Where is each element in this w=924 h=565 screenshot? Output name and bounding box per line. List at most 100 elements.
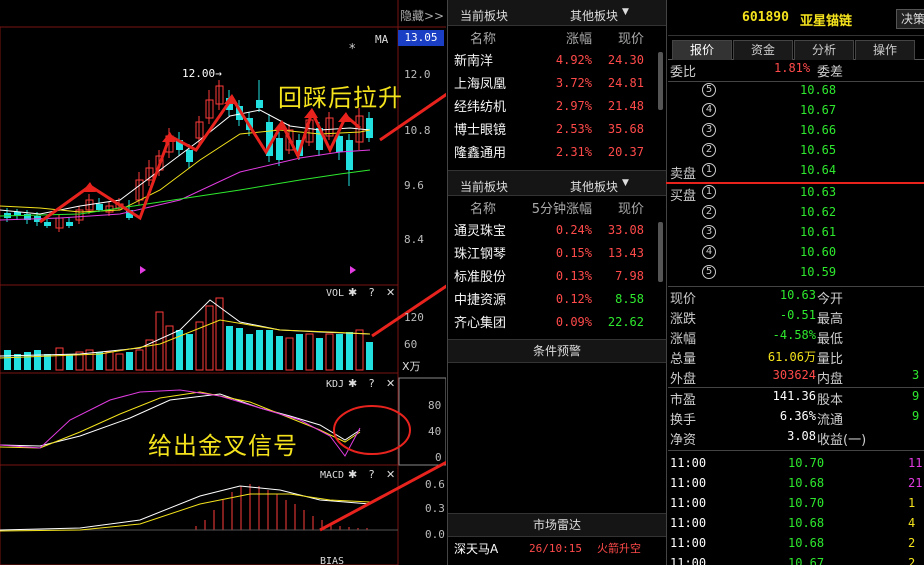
col-name[interactable]: 名称 <box>448 198 522 217</box>
level-icon: 5 <box>702 265 716 279</box>
sector2-title: 当前板块 <box>460 180 509 194</box>
sector2-scrollbar[interactable] <box>658 222 663 282</box>
sector1-other-dropdown[interactable]: 其他板块 <box>570 7 618 24</box>
order-price: 10.62 <box>800 205 837 219</box>
volume-bar <box>4 350 11 370</box>
bid-row[interactable]: 2 10.62 <box>668 204 924 224</box>
sector1-title: 当前板块 <box>460 9 509 23</box>
sector2-other-dropdown[interactable]: 其他板块 <box>570 178 618 195</box>
sector1-header: 当前板块 其他板块 ▼ <box>448 0 666 26</box>
sector-panel: 当前板块 其他板块 ▼ 名称 涨幅 现价 新南洋 4.92% 24.30 上海凤凰 3.… <box>447 0 667 565</box>
sector-row[interactable]: 隆鑫通用 2.31% 20.37 <box>448 140 666 163</box>
sector-row[interactable]: 珠江钢琴 0.15% 13.43 <box>448 241 666 264</box>
tab-quote[interactable]: 报价 <box>672 40 732 60</box>
sector1-columns: 名称 涨幅 现价 <box>448 26 666 48</box>
macd-dea-line <box>0 493 371 532</box>
order-price: 10.66 <box>800 123 837 137</box>
alert-list <box>448 363 666 513</box>
volume-bar <box>55 347 64 371</box>
ask-row[interactable]: 5 10.68 <box>668 82 924 102</box>
bid-row[interactable]: 3 10.61 <box>668 224 924 244</box>
ask-row[interactable]: 卖盘 1 10.64 <box>668 162 924 182</box>
tick-row: 11:00 10.67 2 <box>668 555 924 565</box>
order-price: 10.60 <box>800 245 837 259</box>
macd-pane-tools[interactable]: ✱ ? ✕ <box>348 468 399 481</box>
chevron-down-icon[interactable]: ▼ <box>622 7 629 17</box>
kdj-pane-tools[interactable]: ✱ ? ✕ <box>348 377 399 390</box>
kdj-pane-label: KDJ <box>326 379 345 390</box>
candle-body <box>186 150 193 162</box>
bid-row[interactable]: 4 10.60 <box>668 244 924 264</box>
order-price: 10.68 <box>800 83 837 97</box>
price-tick: 10.8 <box>404 124 431 137</box>
quote-row: 换手 6.36% 流通 9 <box>668 408 924 428</box>
quote-value: 61.06万 <box>767 350 816 364</box>
volume-bar <box>24 352 31 370</box>
radar-row[interactable]: 深天马A 26/10:15 火箭升空 <box>448 537 666 559</box>
tab-trade[interactable]: 操作 <box>855 40 915 60</box>
quote-key: 涨跌 <box>670 312 697 327</box>
bid-row[interactable]: 5 10.59 <box>668 264 924 284</box>
quote-key: 股本 <box>817 393 844 408</box>
quote-value: 9 <box>912 389 920 403</box>
weicha-label: 委差 <box>817 65 844 80</box>
col-change[interactable]: 涨幅 <box>522 28 594 47</box>
col-5min-change[interactable]: 5分钟涨幅 <box>522 198 594 217</box>
decision-button[interactable]: 决策 <box>896 9 924 29</box>
volume-bar <box>305 333 314 371</box>
quote-key: 现价 <box>670 292 697 307</box>
sector-row[interactable]: 齐心集团 0.09% 22.62 <box>448 310 666 333</box>
sector-stock-change: 2.97% <box>555 98 592 113</box>
kdj-tick: 80 <box>428 399 442 412</box>
level-icon: 4 <box>702 103 716 117</box>
sector-stock-price: 20.37 <box>607 144 644 159</box>
tick-volume: 2 <box>908 536 916 550</box>
volume-bar <box>325 333 334 371</box>
chevron-down-icon[interactable]: ▼ <box>622 178 629 188</box>
kdj-tick: 0 <box>435 451 442 464</box>
quote-value: 6.36% <box>779 409 816 423</box>
volume-bar <box>236 328 243 370</box>
volume-bar <box>355 329 364 371</box>
sector-row[interactable]: 中捷资源 0.12% 8.58 <box>448 287 666 310</box>
quote-key: 换手 <box>670 413 697 428</box>
zigzag-arrowhead <box>274 120 288 130</box>
quote-row: 市盈 141.36 股本 9 <box>668 388 924 408</box>
hide-panel-button[interactable]: 隐藏>> <box>400 7 444 24</box>
ask-row[interactable]: 2 10.65 <box>668 142 924 162</box>
sector-row[interactable]: 标准股份 0.13% 7.98 <box>448 264 666 287</box>
sector-row[interactable]: 上海凤凰 3.72% 24.81 <box>448 71 666 94</box>
bid-row[interactable]: 买盘 1 10.63 <box>668 184 924 204</box>
macd-tick: 0.6 <box>425 478 445 491</box>
vol-tick: 120 <box>404 311 424 324</box>
col-price[interactable]: 现价 <box>594 28 658 47</box>
sector1-scrollbar[interactable] <box>658 52 663 110</box>
sector-stock-change: 0.15% <box>555 245 592 260</box>
tab-analysis[interactable]: 分析 <box>794 40 854 60</box>
sector-stock-name: 通灵珠宝 <box>454 224 507 239</box>
ask-row[interactable]: 4 10.67 <box>668 102 924 122</box>
sector-row[interactable]: 通灵珠宝 0.24% 33.08 <box>448 218 666 241</box>
weibi-row: 委比 1.81% 委差 <box>668 60 924 81</box>
volume-bar <box>155 311 164 371</box>
quote-row: 现价 10.63 今开 <box>668 287 924 307</box>
vol-pane-tools[interactable]: ✱ ? ✕ <box>348 286 399 299</box>
ask-row[interactable]: 3 10.66 <box>668 122 924 142</box>
quote-row: 净资 3.08 收益(一) <box>668 428 924 448</box>
zigzag-arrowhead <box>338 112 352 122</box>
tab-capital[interactable]: 资金 <box>733 40 793 60</box>
sector-row[interactable]: 经纬纺机 2.97% 21.48 <box>448 94 666 117</box>
sector-stock-change: 0.24% <box>555 222 592 237</box>
kdj-tick: 40 <box>428 425 442 438</box>
quote-key: 市盈 <box>670 393 697 408</box>
kline-chart-area[interactable]: 隐藏>> MA 13.05 12.00→ * 12.0 10.8 9.6 8.4… <box>0 0 446 565</box>
sector-row[interactable]: 新南洋 4.92% 24.30 <box>448 48 666 71</box>
col-name[interactable]: 名称 <box>448 28 522 47</box>
candle-body <box>96 204 103 210</box>
macd-dif-line <box>0 485 371 531</box>
level-icon: 3 <box>702 123 716 137</box>
sector-row[interactable]: 博士眼镜 2.53% 35.68 <box>448 117 666 140</box>
col-price[interactable]: 现价 <box>594 198 658 217</box>
ma-indicator-label: MA <box>375 33 389 46</box>
event-star-icon: * <box>349 42 356 57</box>
